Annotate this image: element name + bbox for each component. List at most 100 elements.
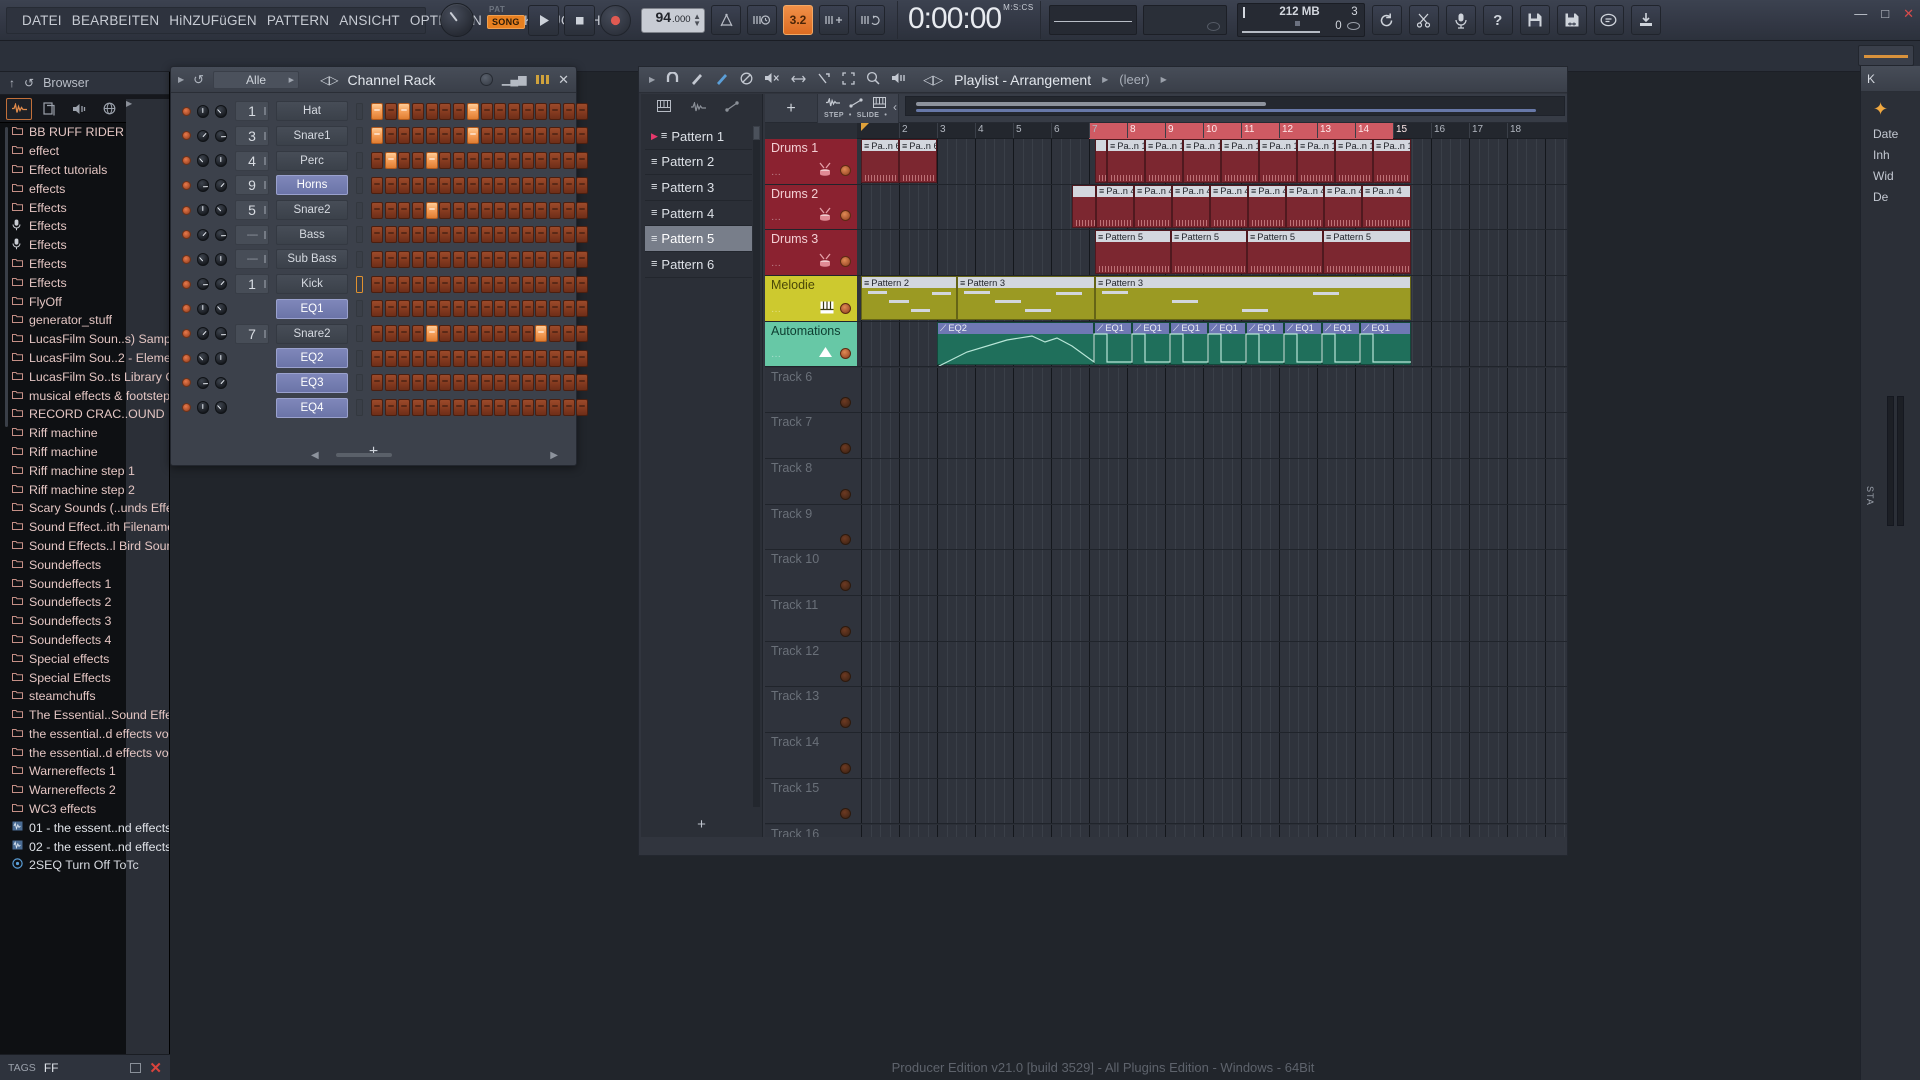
channel-pan-knob[interactable] bbox=[196, 401, 209, 414]
step-button[interactable] bbox=[371, 300, 383, 318]
step-button[interactable] bbox=[412, 300, 425, 318]
browser-item[interactable]: Scary Sounds (..unds Effects) bbox=[0, 499, 169, 518]
step-sequencer-row[interactable] bbox=[371, 275, 589, 293]
channel-selector[interactable] bbox=[356, 102, 363, 120]
track-options-icon[interactable]: ··· bbox=[771, 260, 781, 271]
track-header[interactable]: Automations ··· bbox=[765, 321, 857, 368]
channel-pan-knob[interactable] bbox=[196, 228, 209, 241]
step-button[interactable] bbox=[548, 399, 561, 417]
step-button[interactable] bbox=[371, 399, 383, 417]
browser-item[interactable]: steamchuffs bbox=[0, 687, 169, 706]
step-button[interactable] bbox=[480, 325, 493, 343]
step-button[interactable] bbox=[466, 127, 479, 145]
step-button[interactable] bbox=[507, 399, 520, 417]
channel-name-button[interactable]: Perc bbox=[276, 150, 348, 171]
paint-tool-icon[interactable] bbox=[715, 72, 729, 88]
step-button[interactable] bbox=[494, 152, 507, 170]
step-button[interactable] bbox=[562, 399, 575, 417]
track-lane[interactable] bbox=[857, 733, 1567, 779]
step-button[interactable] bbox=[398, 176, 411, 194]
pattern-song-switch[interactable]: PAT SONG bbox=[487, 5, 525, 35]
drum-icon[interactable] bbox=[816, 161, 834, 180]
step-button[interactable] bbox=[466, 226, 479, 244]
save-icon[interactable] bbox=[1519, 5, 1550, 35]
step-button[interactable] bbox=[548, 201, 561, 219]
step-sequencer-row[interactable] bbox=[371, 250, 589, 268]
speaker-icon[interactable]: ◁▷ bbox=[320, 73, 338, 87]
track-header[interactable]: Track 11 bbox=[765, 596, 857, 642]
delete-tool-icon[interactable] bbox=[740, 72, 753, 88]
scroll-right-icon[interactable]: ▶ bbox=[550, 450, 558, 461]
step-button[interactable] bbox=[576, 102, 589, 120]
record-button[interactable] bbox=[600, 4, 631, 36]
playlist-clip[interactable]: ≡ Pa..n 4 bbox=[1096, 184, 1134, 229]
step-sequencer-row[interactable] bbox=[371, 127, 589, 145]
step-button[interactable] bbox=[453, 374, 466, 392]
playhead-marker[interactable] bbox=[861, 123, 869, 131]
step-button[interactable] bbox=[466, 250, 479, 268]
channel-row[interactable]: ---- Bass bbox=[171, 223, 589, 248]
waveform-icon[interactable] bbox=[825, 96, 841, 110]
step-button[interactable] bbox=[412, 349, 425, 367]
step-button[interactable] bbox=[521, 176, 534, 194]
slide-label[interactable]: SLIDE bbox=[857, 112, 880, 119]
step-button[interactable] bbox=[548, 374, 561, 392]
track-header[interactable]: Track 9 bbox=[765, 504, 857, 551]
step-button[interactable] bbox=[576, 300, 589, 318]
browser-item[interactable]: Warnereffects 2 bbox=[0, 781, 169, 800]
playlist-clip[interactable]: ≡ Pa..n 1 bbox=[1259, 139, 1297, 183]
browser-item[interactable]: 02 - the essent..nd effects vol.2 bbox=[0, 837, 169, 856]
magnet-snap-icon[interactable] bbox=[666, 71, 679, 87]
step-button[interactable] bbox=[412, 250, 425, 268]
channel-name-button[interactable]: Snare2 bbox=[276, 323, 348, 344]
playlist-clip[interactable]: ≡ Pattern 3 bbox=[1095, 276, 1411, 320]
playlist-clip[interactable]: ⟋ EQ2 bbox=[937, 321, 1094, 366]
step-button[interactable] bbox=[521, 349, 534, 367]
track-header[interactable]: Track 15 bbox=[765, 778, 857, 825]
step-button[interactable] bbox=[548, 250, 561, 268]
playlist-clip[interactable]: ≡ Pa..n 4 bbox=[1286, 184, 1324, 229]
step-button[interactable] bbox=[398, 275, 411, 293]
step-button[interactable] bbox=[384, 275, 397, 293]
channel-selector[interactable] bbox=[356, 250, 363, 268]
playlist-clip[interactable]: ≡ Pa..n 4 bbox=[1324, 184, 1362, 229]
step-button[interactable] bbox=[494, 399, 507, 417]
browser-item[interactable]: Soundeffects 2 bbox=[0, 593, 169, 612]
step-button[interactable] bbox=[507, 176, 520, 194]
channel-row[interactable]: 9 Horns bbox=[171, 173, 589, 198]
step-button[interactable] bbox=[480, 374, 493, 392]
channel-enable-led[interactable] bbox=[182, 304, 191, 314]
channel-row[interactable]: EQ3 bbox=[171, 371, 589, 396]
track-area[interactable]: Drums 1 ··· ≡ Pa..n 6 ≡ Pa..n 6 ≡ Pa..n 1 ≡ Pa..n… bbox=[765, 139, 1567, 837]
browser-file-list[interactable]: BB RUFF RIDER effect Effect tutorials effec… bbox=[0, 123, 169, 1054]
step-button[interactable] bbox=[384, 152, 397, 170]
channel-pan-knob[interactable] bbox=[196, 352, 209, 365]
step-sequencer-row[interactable] bbox=[371, 201, 589, 219]
step-button[interactable] bbox=[521, 374, 534, 392]
step-button[interactable] bbox=[412, 374, 425, 392]
channel-pan-knob[interactable] bbox=[196, 203, 209, 217]
step-button[interactable] bbox=[576, 176, 589, 194]
pattern-list[interactable]: ▶ ≡ Pattern 1 ≡ Pattern 2 ≡ Pattern 3 ≡ Pattern … bbox=[645, 124, 752, 278]
track-options-icon[interactable]: ··· bbox=[771, 306, 781, 317]
playlist-clip[interactable]: ⟋ EQ1 bbox=[1322, 321, 1360, 366]
help-icon[interactable]: ? bbox=[1482, 5, 1513, 35]
step-button[interactable] bbox=[521, 250, 534, 268]
channel-volume-knob[interactable] bbox=[214, 277, 227, 291]
step-button[interactable] bbox=[562, 226, 575, 244]
step-button[interactable] bbox=[535, 226, 548, 244]
step-button[interactable] bbox=[453, 226, 466, 244]
track-enable-led[interactable] bbox=[840, 348, 851, 360]
playlist-clip[interactable]: ≡ Pattern 3 bbox=[957, 276, 1095, 320]
step-button[interactable] bbox=[494, 250, 507, 268]
step-button[interactable] bbox=[398, 127, 411, 145]
step-button[interactable] bbox=[507, 250, 520, 268]
track-header[interactable]: Drums 1 ··· bbox=[765, 139, 857, 185]
add-track-button[interactable]: + bbox=[771, 96, 811, 122]
track-header[interactable]: Track 6 bbox=[765, 367, 857, 414]
pattern-mode-label[interactable]: PAT bbox=[489, 5, 505, 14]
scroll-left-icon[interactable]: ‹ bbox=[893, 100, 897, 114]
track-header[interactable]: Track 12 bbox=[765, 641, 857, 688]
track-lane[interactable]: ≡ Pa..n 6 ≡ Pa..n 6 ≡ Pa..n 1 ≡ Pa..n 1 ≡ Pa..n 1… bbox=[857, 139, 1567, 185]
channel-filter-select[interactable]: Alle ▶ bbox=[213, 70, 300, 89]
